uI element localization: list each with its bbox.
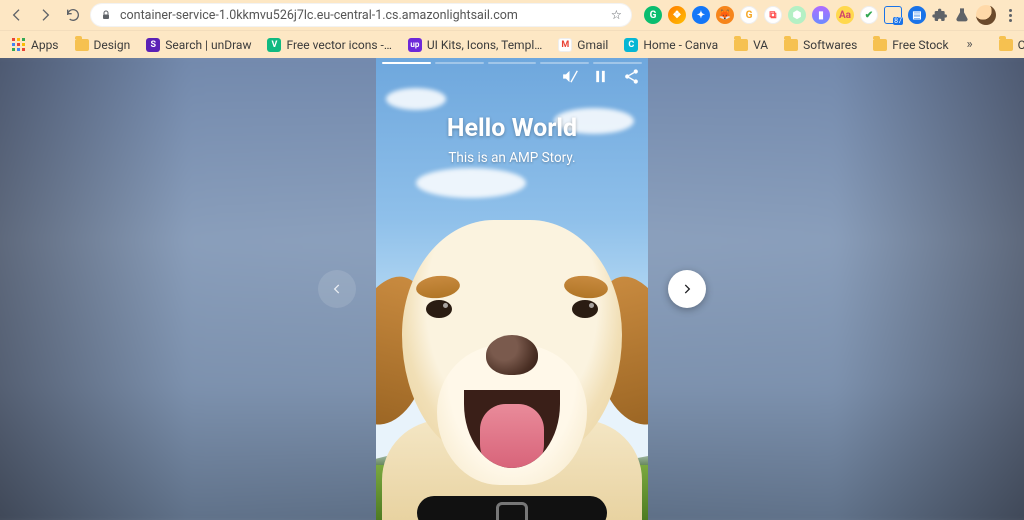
bookmark-item[interactable]: Free Stock [867,36,954,54]
gmail-icon: M [558,38,572,52]
forward-button[interactable] [34,4,56,26]
apps-icon [12,38,26,52]
other-bookmarks[interactable]: Other bookmarks [993,36,1024,54]
ext-badge-icon[interactable] [884,6,902,24]
ext-color-icon[interactable]: ❖ [668,6,686,24]
story-next-button[interactable] [668,270,706,308]
ext-g-icon[interactable]: G [740,6,758,24]
apps-shortcut[interactable]: Apps [6,36,65,54]
favicon: S [146,38,160,52]
ext-purple-icon[interactable]: ▮ [812,6,830,24]
bookmark-item[interactable]: VA [728,36,774,54]
progress-segment [488,62,537,64]
progress-segment [435,62,484,64]
bookmarks-overflow-icon[interactable]: » [963,37,977,52]
pause-icon[interactable] [592,68,609,89]
extension-icons: G ❖ ✦ 🦊 G ⧉ ⬢ ▮ Aa ✔ ▤ [638,5,1018,25]
ext-bracket-icon[interactable]: ⧉ [764,6,782,24]
lock-icon [100,9,112,21]
folder-icon [734,39,748,51]
ext-aa-icon[interactable]: Aa [836,6,854,24]
ext-grammarly-icon[interactable]: G [644,6,662,24]
story-prev-button[interactable] [318,270,356,308]
progress-segment [382,62,431,64]
folder-icon [873,39,887,51]
amp-story-card[interactable]: Hello World This is an AMP Story. [376,58,648,520]
back-button[interactable] [6,4,28,26]
favicon: up [408,38,422,52]
ext-blue-icon[interactable]: ✦ [692,6,710,24]
extensions-puzzle-icon[interactable] [932,7,948,23]
favicon: C [624,38,638,52]
apps-label: Apps [31,38,59,52]
bookmark-item[interactable]: VFree vector icons -… [261,36,397,54]
folder-icon [75,39,89,51]
ext-metamask-icon[interactable]: 🦊 [716,6,734,24]
share-icon[interactable] [623,68,640,89]
profile-avatar[interactable] [976,5,996,25]
bookmark-item[interactable]: Design [69,36,137,54]
bookmark-item[interactable]: upUI Kits, Icons, Templ… [402,36,548,54]
reload-button[interactable] [62,4,84,26]
bookmark-item[interactable]: MGmail [552,36,614,54]
progress-segment [593,62,642,64]
story-progress-bar[interactable] [382,62,642,64]
chrome-menu-icon[interactable] [1002,9,1018,22]
bookmark-item[interactable]: Softwares [778,36,863,54]
url-text: container-service-1.0kkmvu526j7lc.eu-cen… [120,8,603,23]
ext-green-icon[interactable]: ⬢ [788,6,806,24]
address-bar[interactable]: container-service-1.0kkmvu526j7lc.eu-cen… [90,3,632,27]
folder-icon [999,39,1013,51]
ext-flask-icon[interactable] [954,7,970,23]
address-row: container-service-1.0kkmvu526j7lc.eu-cen… [0,0,1024,30]
story-title: Hello World [376,114,648,143]
folder-icon [784,39,798,51]
bookmarks-bar: Apps Design SSearch | unDraw VFree vecto… [0,30,1024,58]
page-viewport: Hello World This is an AMP Story. [0,58,1024,520]
bookmark-star-icon[interactable]: ☆ [611,7,622,23]
ext-doc-icon[interactable]: ▤ [908,6,926,24]
story-dog-image [376,180,648,520]
story-subtitle: This is an AMP Story. [376,150,648,166]
bookmark-item[interactable]: SSearch | unDraw [140,36,257,54]
mute-icon[interactable] [561,68,578,89]
bookmark-item[interactable]: CHome - Canva [618,36,724,54]
progress-segment [540,62,589,64]
browser-chrome: container-service-1.0kkmvu526j7lc.eu-cen… [0,0,1024,58]
ext-check-icon[interactable]: ✔ [860,6,878,24]
favicon: V [267,38,281,52]
